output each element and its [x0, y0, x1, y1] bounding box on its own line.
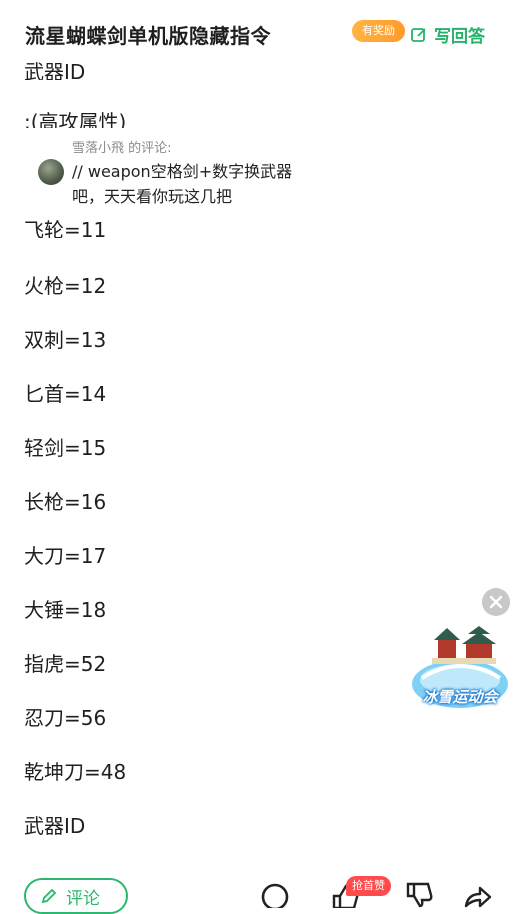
content-line: 匕首=14: [24, 382, 107, 406]
ad-label: 冰雪运动会: [422, 688, 498, 706]
chat-bubble-icon[interactable]: [260, 882, 290, 908]
content-line: 长枪=16: [24, 490, 107, 514]
write-answer-label: 写回答: [434, 27, 485, 47]
content-line: 忍刀=56: [24, 706, 107, 730]
top-header: 流星蝴蝶剑单机版隐藏指令 有奖励 写回答: [0, 0, 513, 58]
pencil-icon: [41, 888, 57, 904]
edit-icon: [411, 27, 426, 42]
thumbs-down-icon[interactable]: [404, 882, 434, 908]
content-line: 大刀=17: [24, 544, 107, 568]
content-line: 武器ID: [24, 814, 86, 838]
content-line: 飞轮=11: [24, 218, 107, 238]
avatar[interactable]: [38, 159, 64, 185]
content-line: 乾坤刀=48: [24, 760, 127, 784]
share-icon[interactable]: [462, 882, 492, 908]
write-answer-button[interactable]: 写回答: [410, 22, 485, 47]
ad-close-button[interactable]: [482, 588, 510, 616]
content-line: 大锤=18: [24, 598, 107, 622]
content-line: :(高攻属性): [24, 110, 127, 128]
content-line: 火枪=12: [24, 274, 107, 298]
comment-button-label: 评论: [66, 888, 100, 909]
content-line: 指虎=52: [24, 652, 107, 676]
content-line: 武器ID: [24, 62, 86, 80]
content-line: 轻剑=15: [24, 436, 107, 460]
close-icon: [489, 595, 503, 609]
reward-badge[interactable]: 有奖励: [352, 20, 405, 42]
comment-popup[interactable]: 雪落小飛 的评论: // weapon空格剑+数字换武器吧，天天看你玩这几把: [28, 133, 328, 211]
comment-text: // weapon空格剑+数字换武器吧，天天看你玩这几把: [72, 162, 293, 206]
bottom-action-bar: 评论 抢首赞: [0, 862, 513, 914]
first-like-badge: 抢首赞: [346, 876, 391, 896]
comment-button[interactable]: 评论: [24, 878, 128, 914]
comment-author: 雪落小飛 的评论:: [72, 141, 172, 156]
content-line: 双刺=13: [24, 328, 107, 352]
page-title: 流星蝴蝶剑单机版隐藏指令: [25, 24, 271, 48]
winter-games-ad[interactable]: 冰雪运动会: [408, 620, 512, 716]
